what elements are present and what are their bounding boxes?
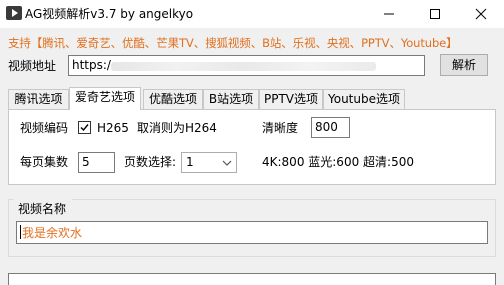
chevron-down-icon bbox=[222, 160, 232, 166]
url-input[interactable]: https:/ bbox=[68, 55, 425, 76]
video-name-value: 我是余欢水 bbox=[20, 225, 82, 241]
h265-label: H265 bbox=[97, 121, 129, 135]
close-icon bbox=[475, 8, 487, 20]
tab-iqiyi[interactable]: 爱奇艺选项 bbox=[69, 87, 141, 110]
codec-cancel-hint: 取消则为H264 bbox=[137, 121, 217, 135]
checkmark-icon bbox=[80, 124, 89, 132]
window-title: AG视频解析v3.7 by angelkyo bbox=[25, 7, 194, 21]
tab-bilibili[interactable]: B站选项 bbox=[203, 89, 259, 109]
video-name-label: 视频名称 bbox=[18, 202, 67, 216]
url-value: https:/ bbox=[72, 58, 111, 72]
maximize-button[interactable] bbox=[412, 0, 458, 28]
app-logo-icon bbox=[6, 6, 22, 20]
clarity-input[interactable]: 800 bbox=[311, 117, 350, 138]
page-select-value: 1 bbox=[186, 155, 194, 169]
parse-button[interactable]: 解析 bbox=[440, 54, 488, 76]
episode-list[interactable] bbox=[8, 273, 496, 285]
tab-tencent[interactable]: 腾讯选项 bbox=[8, 89, 69, 109]
supported-sites-text: 支持【腾讯、爱奇艺、优酷、芒果TV、搜狐视频、B站、乐视、央视、PPTV、You… bbox=[8, 36, 458, 50]
quality-hint: 4K:800 蓝光:600 超清:500 bbox=[262, 155, 414, 169]
per-page-input[interactable]: 5 bbox=[78, 152, 115, 173]
video-name-input[interactable]: 我是余欢水 bbox=[16, 221, 488, 244]
tab-youku[interactable]: 优酷选项 bbox=[143, 89, 203, 109]
group-border-right bbox=[72, 199, 496, 200]
group-border-left bbox=[8, 199, 14, 200]
url-redacted-area bbox=[111, 62, 376, 71]
tab-pptv[interactable]: PPTV选项 bbox=[259, 89, 323, 109]
maximize-icon bbox=[430, 9, 440, 19]
page-select[interactable]: 1 bbox=[181, 152, 237, 173]
title-bar[interactable]: AG视频解析v3.7 by angelkyo bbox=[0, 0, 504, 28]
close-button[interactable] bbox=[458, 0, 504, 28]
clarity-label: 清晰度 bbox=[262, 121, 299, 135]
minimize-button[interactable] bbox=[366, 0, 412, 28]
url-label: 视频地址 bbox=[8, 59, 57, 73]
per-page-label: 每页集数 bbox=[20, 155, 69, 169]
minimize-icon bbox=[384, 13, 394, 15]
page-select-label: 页数选择: bbox=[124, 155, 177, 169]
tab-youtube[interactable]: Youtube选项 bbox=[323, 89, 405, 109]
h265-checkbox[interactable] bbox=[78, 121, 91, 134]
codec-label: 视频编码 bbox=[20, 121, 69, 135]
video-name-text: 我是余欢水 bbox=[22, 226, 83, 240]
text-cursor bbox=[20, 225, 21, 239]
